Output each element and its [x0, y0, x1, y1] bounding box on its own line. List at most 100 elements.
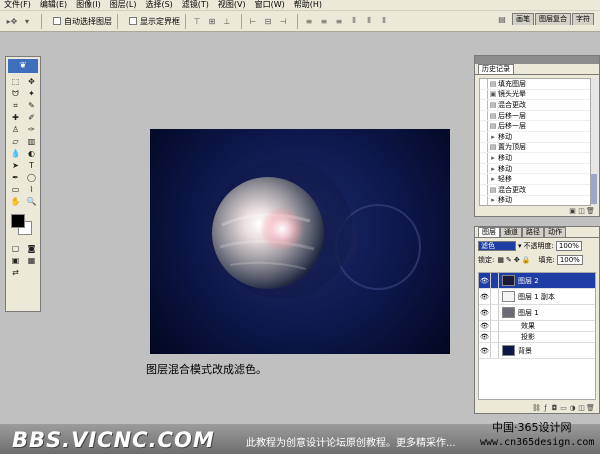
shape-tool-icon[interactable]: ◯ [24, 172, 39, 183]
history-source-marker[interactable] [480, 131, 488, 142]
panel-title-bar[interactable] [475, 56, 599, 64]
distribute-bottom-icon[interactable]: ≡ [333, 15, 345, 27]
auto-select-checkbox[interactable]: 自动选择图层 [53, 16, 112, 27]
document-canvas[interactable] [150, 129, 450, 354]
eye-icon[interactable]: 👁 [479, 293, 490, 301]
lock-transparency-icon[interactable]: ▦ [497, 256, 504, 264]
layer-effect-row[interactable]: 👁 投影 [479, 332, 595, 343]
layer-link-cell[interactable] [490, 332, 499, 342]
eye-icon[interactable]: 👁 [479, 322, 490, 330]
history-item[interactable]: ▸ 移动 [480, 153, 590, 164]
fill-field[interactable]: 100% [556, 255, 583, 265]
align-top-icon[interactable]: ⊤ [191, 15, 203, 27]
history-brush-tool-icon[interactable]: ✑ [24, 124, 39, 135]
gradient-tool-icon[interactable]: ▥ [24, 136, 39, 147]
layer-link-cell[interactable] [490, 321, 499, 331]
align-right-icon[interactable]: ⊣ [277, 15, 289, 27]
pen-tool-icon[interactable]: ✒ [8, 172, 23, 183]
magic-wand-tool-icon[interactable]: ✦ [24, 88, 39, 99]
slice-tool-icon[interactable]: ✎ [24, 100, 39, 111]
jump-to-imageready-icon[interactable]: ⇄ [8, 267, 23, 278]
file-browser-icon[interactable]: ▤ [496, 13, 508, 25]
screen-mode-standard-icon[interactable]: ▣ [8, 255, 23, 266]
layer-set-icon[interactable]: ▭ [559, 404, 568, 412]
lasso-tool-icon[interactable]: ᗢ [8, 88, 23, 99]
history-source-marker[interactable] [480, 174, 488, 184]
tab-paths[interactable]: 路径 [522, 227, 544, 237]
quick-mask-icon[interactable]: ◙ [24, 243, 39, 254]
lock-paint-icon[interactable]: ✎ [506, 256, 512, 264]
distribute-right-icon[interactable]: ⦀ [378, 15, 390, 27]
history-item[interactable]: ▸ 移动 [480, 195, 590, 205]
menu-item-7[interactable]: 窗口(W) [255, 0, 285, 10]
blend-mode-select[interactable]: 滤色 [478, 241, 516, 251]
move-tool-icon[interactable]: ✥ [24, 76, 39, 87]
notes-tool-icon[interactable]: ▭ [8, 184, 23, 195]
foreground-color-swatch[interactable] [11, 214, 25, 228]
layer-row[interactable]: 👁 图层 1 副本 [479, 289, 595, 305]
well-tab-character[interactable]: 字符 [572, 13, 594, 25]
new-snapshot-icon[interactable]: ◫ [577, 207, 586, 215]
crop-tool-icon[interactable]: ⌗ [8, 100, 23, 111]
history-source-marker[interactable] [480, 163, 488, 174]
well-tab-brushes[interactable]: 画笔 [512, 13, 534, 25]
history-source-marker[interactable] [480, 184, 488, 195]
feather-logo-icon[interactable]: ❦ [8, 59, 38, 73]
menu-item-2[interactable]: 图像(I) [76, 0, 101, 10]
history-item[interactable]: ▤ 混合更改 [480, 100, 590, 111]
layer-row[interactable]: 👁 图层 2 [479, 273, 595, 289]
align-bottom-icon[interactable]: ⊥ [221, 15, 233, 27]
menu-item-6[interactable]: 视图(V) [218, 0, 246, 10]
layer-style-icon[interactable]: ƒ [541, 404, 550, 412]
chevron-down-icon[interactable]: ▾ [518, 242, 522, 250]
show-bounds-checkbox[interactable]: 显示定界框 [129, 16, 180, 27]
history-source-marker[interactable] [480, 89, 488, 100]
healing-brush-tool-icon[interactable]: ✚ [8, 112, 23, 123]
lock-move-icon[interactable]: ✥ [514, 256, 520, 264]
clone-stamp-tool-icon[interactable]: ♙ [8, 124, 23, 135]
history-item[interactable]: ▤ 后移一层 [480, 121, 590, 132]
history-item[interactable]: ▸ 轻移 [480, 174, 590, 185]
layer-mask-icon[interactable]: ◘ [550, 404, 559, 412]
history-item[interactable]: ▤ 填充图层 [480, 79, 590, 90]
tab-actions[interactable]: 动作 [544, 227, 566, 237]
tool-preset-dropdown-icon[interactable]: ▾ [21, 15, 33, 27]
hand-tool-icon[interactable]: ✋ [8, 196, 23, 207]
menu-item-5[interactable]: 滤镜(T) [182, 0, 209, 10]
layer-row[interactable]: 👁 图层 1 [479, 305, 595, 321]
history-item[interactable]: ▤ 置为顶层 [480, 142, 590, 154]
history-item[interactable]: ▸ 移动 [480, 131, 590, 143]
layer-link-cell[interactable] [490, 305, 499, 320]
distribute-middle-icon[interactable]: ≡ [318, 15, 330, 27]
eye-icon[interactable]: 👁 [479, 333, 490, 341]
history-item[interactable]: ▤ 后移一层 [480, 110, 590, 122]
eraser-tool-icon[interactable]: ▱ [8, 136, 23, 147]
tab-history[interactable]: 历史记录 [478, 64, 514, 74]
lock-all-icon[interactable]: 🔒 [522, 256, 531, 264]
history-scrollbar[interactable] [591, 78, 597, 206]
eyedropper-tool-icon[interactable]: ⌇ [24, 184, 39, 195]
link-icon[interactable]: ⛓ [532, 404, 541, 412]
standard-mode-icon[interactable]: ▢ [8, 243, 23, 254]
brush-tool-icon[interactable]: ✐ [24, 112, 39, 123]
layer-link-cell[interactable] [490, 289, 499, 304]
new-layer-icon[interactable]: ◫ [577, 404, 586, 412]
type-tool-icon[interactable]: T [24, 160, 39, 171]
history-source-marker[interactable] [480, 195, 488, 205]
distribute-left-icon[interactable]: ⦀ [348, 15, 360, 27]
screen-mode-full-icon[interactable]: ▦ [24, 255, 39, 266]
history-source-marker[interactable] [480, 142, 488, 153]
history-item[interactable]: ▣ 镜头光晕 [480, 89, 590, 101]
layer-link-cell[interactable] [490, 273, 499, 288]
tab-layers[interactable]: 图层 [478, 227, 500, 237]
well-tab-layer-comps[interactable]: 图层复合 [535, 13, 571, 25]
tab-channels[interactable]: 通道 [500, 227, 522, 237]
distribute-top-icon[interactable]: ≡ [303, 15, 315, 27]
eye-icon[interactable]: 👁 [479, 309, 490, 317]
align-middle-icon[interactable]: ⊞ [206, 15, 218, 27]
menu-item-1[interactable]: 编辑(E) [40, 0, 67, 10]
dodge-tool-icon[interactable]: ◐ [24, 148, 39, 159]
history-source-marker[interactable] [480, 79, 488, 89]
layer-effect-row[interactable]: 👁 效果 [479, 321, 595, 332]
marquee-tool-icon[interactable]: ⬚ [8, 76, 23, 87]
